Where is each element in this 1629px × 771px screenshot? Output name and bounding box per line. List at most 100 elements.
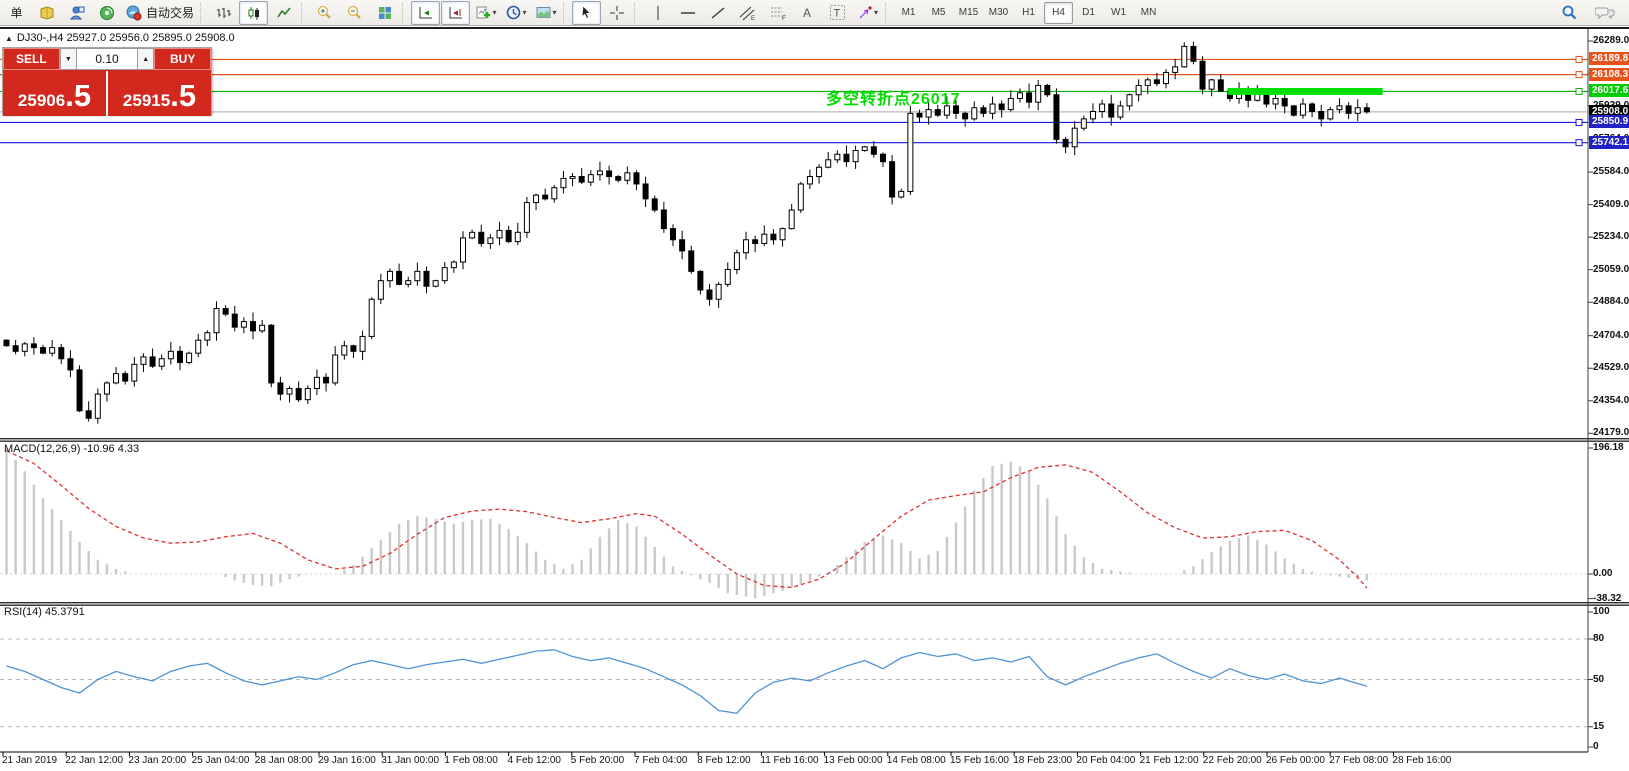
buy-price[interactable]: 25915.5 [108,71,211,116]
new-chart-dropdown[interactable]: ▾ [471,1,500,25]
new-order-button[interactable]: 单 [2,1,31,25]
buy-price-main: 25915 [122,91,171,110]
price-axis-label: 25059.0 [1593,263,1629,275]
time-axis-label: 28 Jan 08:00 [254,755,313,766]
timeframe-button-H4[interactable]: H4 [1044,1,1074,24]
toolbar-separator [885,2,891,23]
templates-dropdown[interactable]: ▾ [531,1,560,25]
auto-scroll-button[interactable] [411,0,441,25]
vertical-line-button[interactable] [643,1,672,25]
timeframe-button-M5[interactable]: M5 [924,2,953,24]
line-handle[interactable] [1575,87,1583,95]
toolbar-separator [200,2,206,23]
svg-text:A: A [803,6,811,20]
search-icon[interactable] [1555,1,1584,25]
volume-increase-button[interactable]: ▲ [137,48,155,70]
svg-text:F: F [782,15,786,21]
periods-dropdown[interactable]: ▾ [501,1,530,25]
macd-axis-label: 0.00 [1593,568,1613,579]
timeframe-button-H1[interactable]: H1 [1014,2,1043,24]
dropdown-icon: ▾ [874,8,879,17]
price-axis-label: 24884.0 [1593,296,1629,308]
rsi-line [6,649,1368,714]
crosshair-button[interactable] [602,1,631,25]
line-handle[interactable] [1575,118,1583,126]
rsi-axis-label: 80 [1593,633,1605,644]
timeframe-button-M1[interactable]: M1 [894,2,923,24]
time-axis-label: 28 Feb 16:00 [1392,755,1452,766]
time-axis-label: 7 Feb 04:00 [634,755,688,766]
bar-chart-button[interactable] [209,1,238,25]
cursor-button[interactable] [572,0,602,25]
line-chart-button[interactable] [269,1,298,25]
collapse-panel-icon[interactable]: ▲ [5,34,13,43]
chat-icon[interactable] [1590,1,1619,25]
community-icon[interactable] [62,1,91,25]
timeframe-button-M15[interactable]: M15 [954,2,983,24]
line-handle[interactable] [1575,139,1583,147]
history-center-icon[interactable] [32,1,61,25]
svg-text:E: E [751,16,755,21]
autotrade-label: 自动交易 [146,6,195,20]
sell-button[interactable]: SELL [3,48,60,70]
time-axis-label: 29 Jan 16:00 [318,755,376,766]
line-handle[interactable] [1575,71,1583,79]
text-label-button[interactable]: T [823,1,852,25]
price-axis-label: 25234.0 [1593,231,1629,243]
arrows-dropdown[interactable]: ▾ [853,1,882,25]
line-handle[interactable] [1575,55,1583,63]
chart-canvas[interactable] [0,29,1629,771]
horizontal-line-button[interactable] [673,1,702,25]
equidistant-channel-button[interactable]: E [733,1,762,25]
time-axis-label: 14 Feb 08:00 [886,755,946,766]
timeframe-button-W1[interactable]: W1 [1104,2,1133,24]
time-axis-label: 25 Jan 04:00 [191,755,250,766]
time-axis-label: 5 Feb 20:00 [570,755,625,766]
time-axis-label: 21 Jan 2019 [2,755,58,766]
volume-input[interactable] [77,48,137,70]
timeframe-button-MN[interactable]: MN [1134,2,1163,24]
buy-button[interactable]: BUY [154,48,211,70]
timeframe-button-M30[interactable]: M30 [984,2,1013,24]
time-axis-label: 20 Feb 04:00 [1076,755,1136,766]
trendline-button[interactable] [703,1,732,25]
fibonacci-button[interactable]: F [763,1,792,25]
zoom-in-button[interactable] [310,1,339,25]
price-level-badge: 26108.3 [1589,67,1629,81]
dropdown-icon: ▾ [522,8,527,17]
tile-windows-button[interactable] [370,1,399,25]
time-axis-label: 4 Feb 12:00 [507,755,561,766]
time-axis-label: 22 Jan 12:00 [65,755,124,766]
time-axis-label: 8 Feb 12:00 [697,755,751,766]
rsi-label: RSI(14) 45.3791 [4,606,85,618]
dropdown-icon: ▾ [552,8,557,17]
timeframe-button-D1[interactable]: D1 [1074,2,1103,24]
one-click-trading-panel: SELL ▼ ▲ BUY 25906.5 25915.5 [2,47,212,116]
toolbar-separator [301,2,307,23]
rsi-axis-label: 100 [1593,606,1610,617]
price-level-badge: 25742.1 [1589,135,1629,149]
zoom-out-button[interactable] [340,1,369,25]
signals-icon[interactable] [92,1,121,25]
price-level-badge: 25850.9 [1589,115,1629,129]
chart-annotation-text[interactable]: 多空转折点26017 [826,85,961,109]
rsi-axis-label: 50 [1593,673,1605,685]
sell-price[interactable]: 25906.5 [3,71,106,116]
chart-shift-button[interactable] [441,0,471,25]
macd-axis-label: -38.32 [1593,592,1622,604]
text-button[interactable]: A [793,1,822,25]
time-axis-label: 11 Feb 16:00 [760,755,819,766]
time-axis-label: 26 Feb 00:00 [1266,755,1325,766]
price-level-badge: 26189.8 [1589,52,1629,66]
timeframe-group: M1 M5 M15 M30 H1 H4 D1 W1 MN [894,1,1163,24]
buy-price-frac: .5 [170,78,197,113]
highlight-box[interactable] [1227,87,1383,95]
price-axis-label: 24179.0 [1593,427,1629,439]
toolbar-separator [402,2,408,23]
price-axis-label: 25409.0 [1593,198,1629,210]
volume-decrease-button[interactable]: ▼ [59,48,77,70]
time-axis-label: 21 Feb 12:00 [1139,755,1199,766]
autotrade-button[interactable]: 自动交易 [122,1,197,25]
svg-text:T: T [834,8,841,20]
candlestick-chart-button[interactable] [239,0,269,25]
